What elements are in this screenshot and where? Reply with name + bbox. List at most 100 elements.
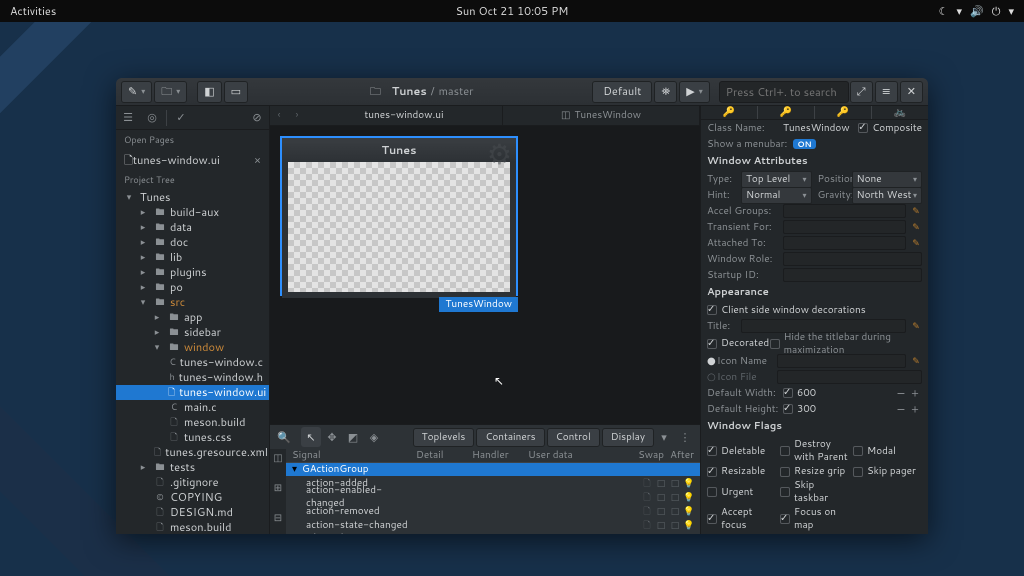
flag-Resizable[interactable]: Resizable: [707, 465, 776, 478]
tree-row[interactable]: ▸🖿app: [116, 310, 269, 325]
flag-Resize grip[interactable]: Resize grip: [780, 465, 849, 478]
tree-row[interactable]: Cmain.c: [116, 400, 269, 415]
hint-select[interactable]: Normal: [741, 187, 812, 204]
startup-input[interactable]: [783, 268, 922, 282]
signals-tab-icon[interactable]: ◫: [271, 451, 285, 465]
tree-row[interactable]: ▸🖿sidebar: [116, 325, 269, 340]
tree-row[interactable]: 🗋meson.build: [116, 415, 269, 430]
run-button[interactable]: ▶: [679, 81, 709, 103]
signal-group-row[interactable]: ▸GtkWindow: [286, 532, 700, 534]
sidebar-tab-debug[interactable]: ⊘: [245, 106, 269, 130]
tree-row[interactable]: ▸🖿tests: [116, 460, 269, 475]
def-w-check[interactable]: [783, 388, 793, 398]
decorated-check[interactable]: [707, 339, 717, 349]
prop-tab-general[interactable]: 🔑: [701, 106, 758, 119]
tree-row[interactable]: htunes-window.h: [116, 370, 269, 385]
pointer-tool[interactable]: ↖: [301, 427, 321, 447]
drag-tool[interactable]: ✥: [322, 427, 342, 447]
close-button[interactable]: ✕: [900, 81, 923, 103]
signal-row[interactable]: action-enabled-changed🗋□□💡: [286, 490, 700, 504]
build-button[interactable]: ⛯: [654, 81, 677, 103]
flag-Accept focus[interactable]: Accept focus: [707, 506, 776, 532]
tree-row[interactable]: ▾🖿window: [116, 340, 269, 355]
fullscreen-button[interactable]: ⤢: [850, 81, 873, 103]
show-menubar-toggle[interactable]: ON: [793, 139, 815, 149]
left-panel-toggle[interactable]: ◧: [197, 81, 221, 103]
minus-icon[interactable]: −: [894, 386, 908, 400]
edit-icon[interactable]: ✎: [910, 355, 922, 367]
tree-row[interactable]: ▸🖿lib: [116, 250, 269, 265]
edit-icon[interactable]: ✎: [910, 221, 922, 233]
icon-file-input[interactable]: [777, 370, 922, 384]
flag-Focus on map[interactable]: Focus on map: [780, 506, 849, 532]
transient-input[interactable]: [783, 220, 906, 234]
tree-row[interactable]: 🗋DESIGN.md: [116, 505, 269, 520]
tree-row[interactable]: Ctunes-window.c: [116, 355, 269, 370]
tree-root[interactable]: ▾Tunes: [116, 190, 269, 205]
back-button[interactable]: 🗀: [364, 81, 387, 103]
open-button[interactable]: 🗀: [154, 81, 187, 103]
position-select[interactable]: None: [852, 171, 923, 188]
edit-icon[interactable]: ✎: [910, 205, 922, 217]
signals-tab3-icon[interactable]: ⊟: [271, 511, 285, 525]
class-name-value[interactable]: TunesWindow: [783, 122, 858, 135]
project-tree[interactable]: ▾Tunes ▸🖿build-aux▸🖿data▸🖿doc▸🖿lib▸🖿plug…: [116, 190, 269, 534]
tree-row[interactable]: ▸🖿doc: [116, 235, 269, 250]
minus-icon[interactable]: −: [894, 402, 908, 416]
view-toplevels[interactable]: Toplevels: [413, 428, 475, 447]
tree-row[interactable]: ▾🖿src: [116, 295, 269, 310]
sidebar-tab-symbols[interactable]: ◎: [140, 106, 164, 130]
type-select[interactable]: Top Level: [741, 171, 812, 188]
csd-check[interactable]: [707, 305, 717, 315]
doc-tab-1[interactable]: tunes-window.ui: [306, 106, 503, 125]
flag-Deletable[interactable]: Deletable: [707, 438, 776, 464]
def-h-value[interactable]: 300: [797, 403, 837, 416]
open-page-item[interactable]: 🗋 tunes-window.ui ×: [116, 150, 269, 170]
volume-icon[interactable]: 🔊: [970, 4, 984, 18]
activities-button[interactable]: Activities: [10, 4, 56, 18]
icon-name-input[interactable]: [777, 354, 906, 368]
new-file-button[interactable]: ✎: [121, 81, 152, 103]
doc-tab-2[interactable]: ◫TunesWindow: [503, 106, 700, 125]
power-icon[interactable]: ⏻: [992, 4, 1001, 18]
tree-row[interactable]: ©COPYING: [116, 490, 269, 505]
system-menu-icon[interactable]: ▾: [1008, 4, 1014, 18]
resize-tool[interactable]: ◩: [343, 427, 363, 447]
tree-row[interactable]: 🗋tunes-window.ui: [116, 385, 269, 400]
plus-icon[interactable]: +: [908, 386, 922, 400]
close-icon[interactable]: ×: [254, 153, 261, 167]
flag-Destroy with Parent[interactable]: Destroy with Parent: [780, 438, 849, 464]
prop-tab-common[interactable]: 🔑: [815, 106, 872, 119]
attached-input[interactable]: [783, 236, 906, 250]
designer-widget[interactable]: Tunes ⚙ TunesWindow: [280, 136, 518, 296]
tree-row[interactable]: 🗋meson.build: [116, 520, 269, 534]
align-tool[interactable]: ◈: [364, 427, 384, 447]
accel-input[interactable]: [783, 204, 906, 218]
prop-tab-a11y[interactable]: 🚲: [872, 106, 928, 119]
plus-icon[interactable]: +: [908, 402, 922, 416]
signal-group-row[interactable]: ▾GActionGroup: [286, 463, 700, 476]
def-w-value[interactable]: 600: [797, 387, 837, 400]
flag-Modal[interactable]: Modal: [853, 438, 922, 464]
view-more[interactable]: ▾: [654, 427, 674, 447]
design-canvas[interactable]: Tunes ⚙ TunesWindow: [270, 126, 700, 424]
search-icon[interactable]: 🔍: [274, 427, 294, 447]
signals-tab2-icon[interactable]: ⊞: [271, 481, 285, 495]
tree-row[interactable]: 🗋tunes.gresource.xml: [116, 445, 269, 460]
tree-row[interactable]: ▸🖿po: [116, 280, 269, 295]
composite-check[interactable]: [858, 123, 868, 133]
flag-Skip taskbar[interactable]: Skip taskbar: [780, 479, 849, 505]
view-display[interactable]: Display: [602, 428, 654, 447]
tab-next[interactable]: ›: [288, 109, 306, 122]
view-menu[interactable]: ⋮: [675, 427, 695, 447]
hide-titlebar-check[interactable]: [770, 339, 780, 349]
gravity-select[interactable]: North West: [852, 187, 923, 204]
search-input[interactable]: [719, 81, 849, 103]
tree-row[interactable]: 🗋.gitignore: [116, 475, 269, 490]
signals-table[interactable]: Signal Detail Handler User data Swap Aft…: [286, 449, 700, 534]
sidebar-tab-tree[interactable]: ☰: [116, 106, 140, 130]
bottom-panel-toggle[interactable]: ▭: [224, 81, 248, 103]
tree-row[interactable]: ▸🖿build-aux: [116, 205, 269, 220]
flag-Urgent[interactable]: Urgent: [707, 479, 776, 505]
tab-prev[interactable]: ‹: [270, 109, 288, 122]
